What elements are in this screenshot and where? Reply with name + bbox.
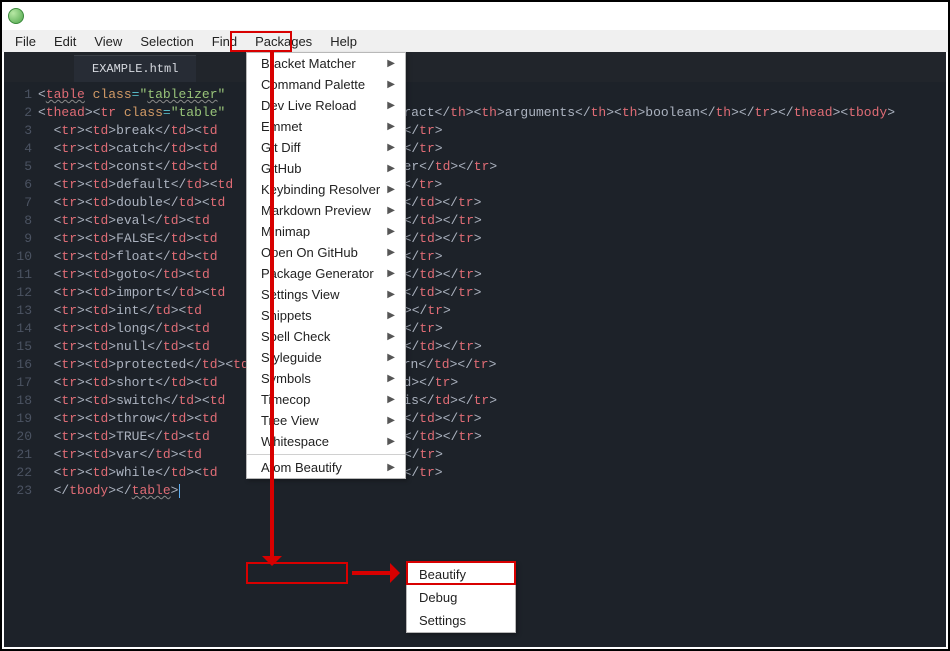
code-line[interactable]: <tr><td>throw</td><td</td></tr>: [38, 410, 895, 428]
code-line[interactable]: <tr><td>int</td><td></tr>: [38, 302, 895, 320]
annotation-arrow-right: [352, 571, 396, 575]
submenu-arrow-icon: ▶: [387, 121, 395, 132]
submenu-arrow-icon: ▶: [387, 373, 395, 384]
line-number: 22: [4, 464, 32, 482]
code-line[interactable]: <tr><td>double</td><td</td></tr>: [38, 194, 895, 212]
submenu-arrow-icon: ▶: [387, 462, 395, 473]
submenu-arrow-icon: ▶: [387, 226, 395, 237]
editor-area: EXAMPLE.html 123456789101112131415161718…: [4, 52, 946, 647]
beautify-menu-settings[interactable]: Settings: [407, 609, 515, 632]
submenu-arrow-icon: ▶: [387, 142, 395, 153]
line-number: 13: [4, 302, 32, 320]
window-titlebar: [2, 2, 948, 30]
menu-file[interactable]: File: [6, 32, 45, 51]
line-number: 12: [4, 284, 32, 302]
menu-find[interactable]: Find: [203, 32, 246, 51]
submenu-arrow-icon: ▶: [387, 163, 395, 174]
code-line[interactable]: <tr><td>break</td><td</tr>: [38, 122, 895, 140]
code-line[interactable]: <tr><td>goto</td><td</td></tr>: [38, 266, 895, 284]
code-line[interactable]: <tr><td>null</td><td</td></tr>: [38, 338, 895, 356]
menu-help[interactable]: Help: [321, 32, 366, 51]
line-number: 11: [4, 266, 32, 284]
line-number: 1: [4, 86, 32, 104]
code-line[interactable]: </tbody></table>: [38, 482, 895, 500]
tab-example-html[interactable]: EXAMPLE.html: [74, 55, 196, 82]
line-number: 6: [4, 176, 32, 194]
code-line[interactable]: <tr><td>protected</td><tdrn</td></tr>: [38, 356, 895, 374]
code-line[interactable]: <tr><td>float</td><td</tr>: [38, 248, 895, 266]
submenu-arrow-icon: ▶: [387, 184, 395, 195]
line-number: 4: [4, 140, 32, 158]
beautify-menu-debug[interactable]: Debug: [407, 586, 515, 609]
code-line[interactable]: <table class="tableizer": [38, 86, 895, 104]
code-line[interactable]: <tr><td>switch</td><tdis</td></tr>: [38, 392, 895, 410]
line-number: 20: [4, 428, 32, 446]
menu-selection[interactable]: Selection: [131, 32, 202, 51]
line-number: 10: [4, 248, 32, 266]
submenu-arrow-icon: ▶: [387, 268, 395, 279]
line-number: 21: [4, 446, 32, 464]
menubar: FileEditViewSelectionFindPackagesHelp: [2, 30, 948, 52]
code-line[interactable]: <tr><td>long</td><td</tr>: [38, 320, 895, 338]
submenu-arrow-icon: ▶: [387, 415, 395, 426]
line-number: 2: [4, 104, 32, 122]
code-line[interactable]: <tr><td>var</td><td</tr>: [38, 446, 895, 464]
line-number: 8: [4, 212, 32, 230]
line-number: 15: [4, 338, 32, 356]
line-number: 14: [4, 320, 32, 338]
line-number: 17: [4, 374, 32, 392]
code-line[interactable]: <tr><td>FALSE</td><td</td></tr>: [38, 230, 895, 248]
code-line[interactable]: <tr><td>catch</td><td</tr>: [38, 140, 895, 158]
code-line[interactable]: <thead><tr class="table"ract</th><th>arg…: [38, 104, 895, 122]
code-line[interactable]: <tr><td>const</td><tder</td></tr>: [38, 158, 895, 176]
submenu-arrow-icon: ▶: [387, 100, 395, 111]
code-line[interactable]: <tr><td>short</td><tdd></tr>: [38, 374, 895, 392]
line-number: 19: [4, 410, 32, 428]
line-number: 3: [4, 122, 32, 140]
code-line[interactable]: <tr><td>while</td><td</tr>: [38, 464, 895, 482]
submenu-arrow-icon: ▶: [387, 394, 395, 405]
code-line[interactable]: <tr><td>TRUE</td><td</td></tr>: [38, 428, 895, 446]
menu-edit[interactable]: Edit: [45, 32, 85, 51]
line-gutter: 1234567891011121314151617181920212223: [4, 82, 38, 647]
submenu-arrow-icon: ▶: [387, 247, 395, 258]
submenu-arrow-icon: ▶: [387, 205, 395, 216]
code-line[interactable]: <tr><td>import</td><td</td></tr>: [38, 284, 895, 302]
submenu-arrow-icon: ▶: [387, 436, 395, 447]
submenu-arrow-icon: ▶: [387, 310, 395, 321]
submenu-arrow-icon: ▶: [387, 79, 395, 90]
line-number: 23: [4, 482, 32, 500]
line-number: 16: [4, 356, 32, 374]
menu-packages[interactable]: Packages: [246, 32, 321, 51]
submenu-arrow-icon: ▶: [387, 58, 395, 69]
code-line[interactable]: <tr><td>eval</td><td</td></tr>: [38, 212, 895, 230]
submenu-arrow-icon: ▶: [387, 331, 395, 342]
annotation-arrow-down: [270, 52, 274, 562]
line-number: 18: [4, 392, 32, 410]
line-number: 9: [4, 230, 32, 248]
atom-app-icon: [8, 8, 24, 24]
tab-bar: EXAMPLE.html: [4, 52, 946, 82]
beautify-menu-beautify[interactable]: Beautify: [407, 563, 515, 586]
atom-beautify-submenu: BeautifyDebugSettings: [406, 562, 516, 633]
submenu-arrow-icon: ▶: [387, 352, 395, 363]
line-number: 7: [4, 194, 32, 212]
line-number: 5: [4, 158, 32, 176]
menu-view[interactable]: View: [85, 32, 131, 51]
submenu-arrow-icon: ▶: [387, 289, 395, 300]
code-line[interactable]: <tr><td>default</td><td</tr>: [38, 176, 895, 194]
